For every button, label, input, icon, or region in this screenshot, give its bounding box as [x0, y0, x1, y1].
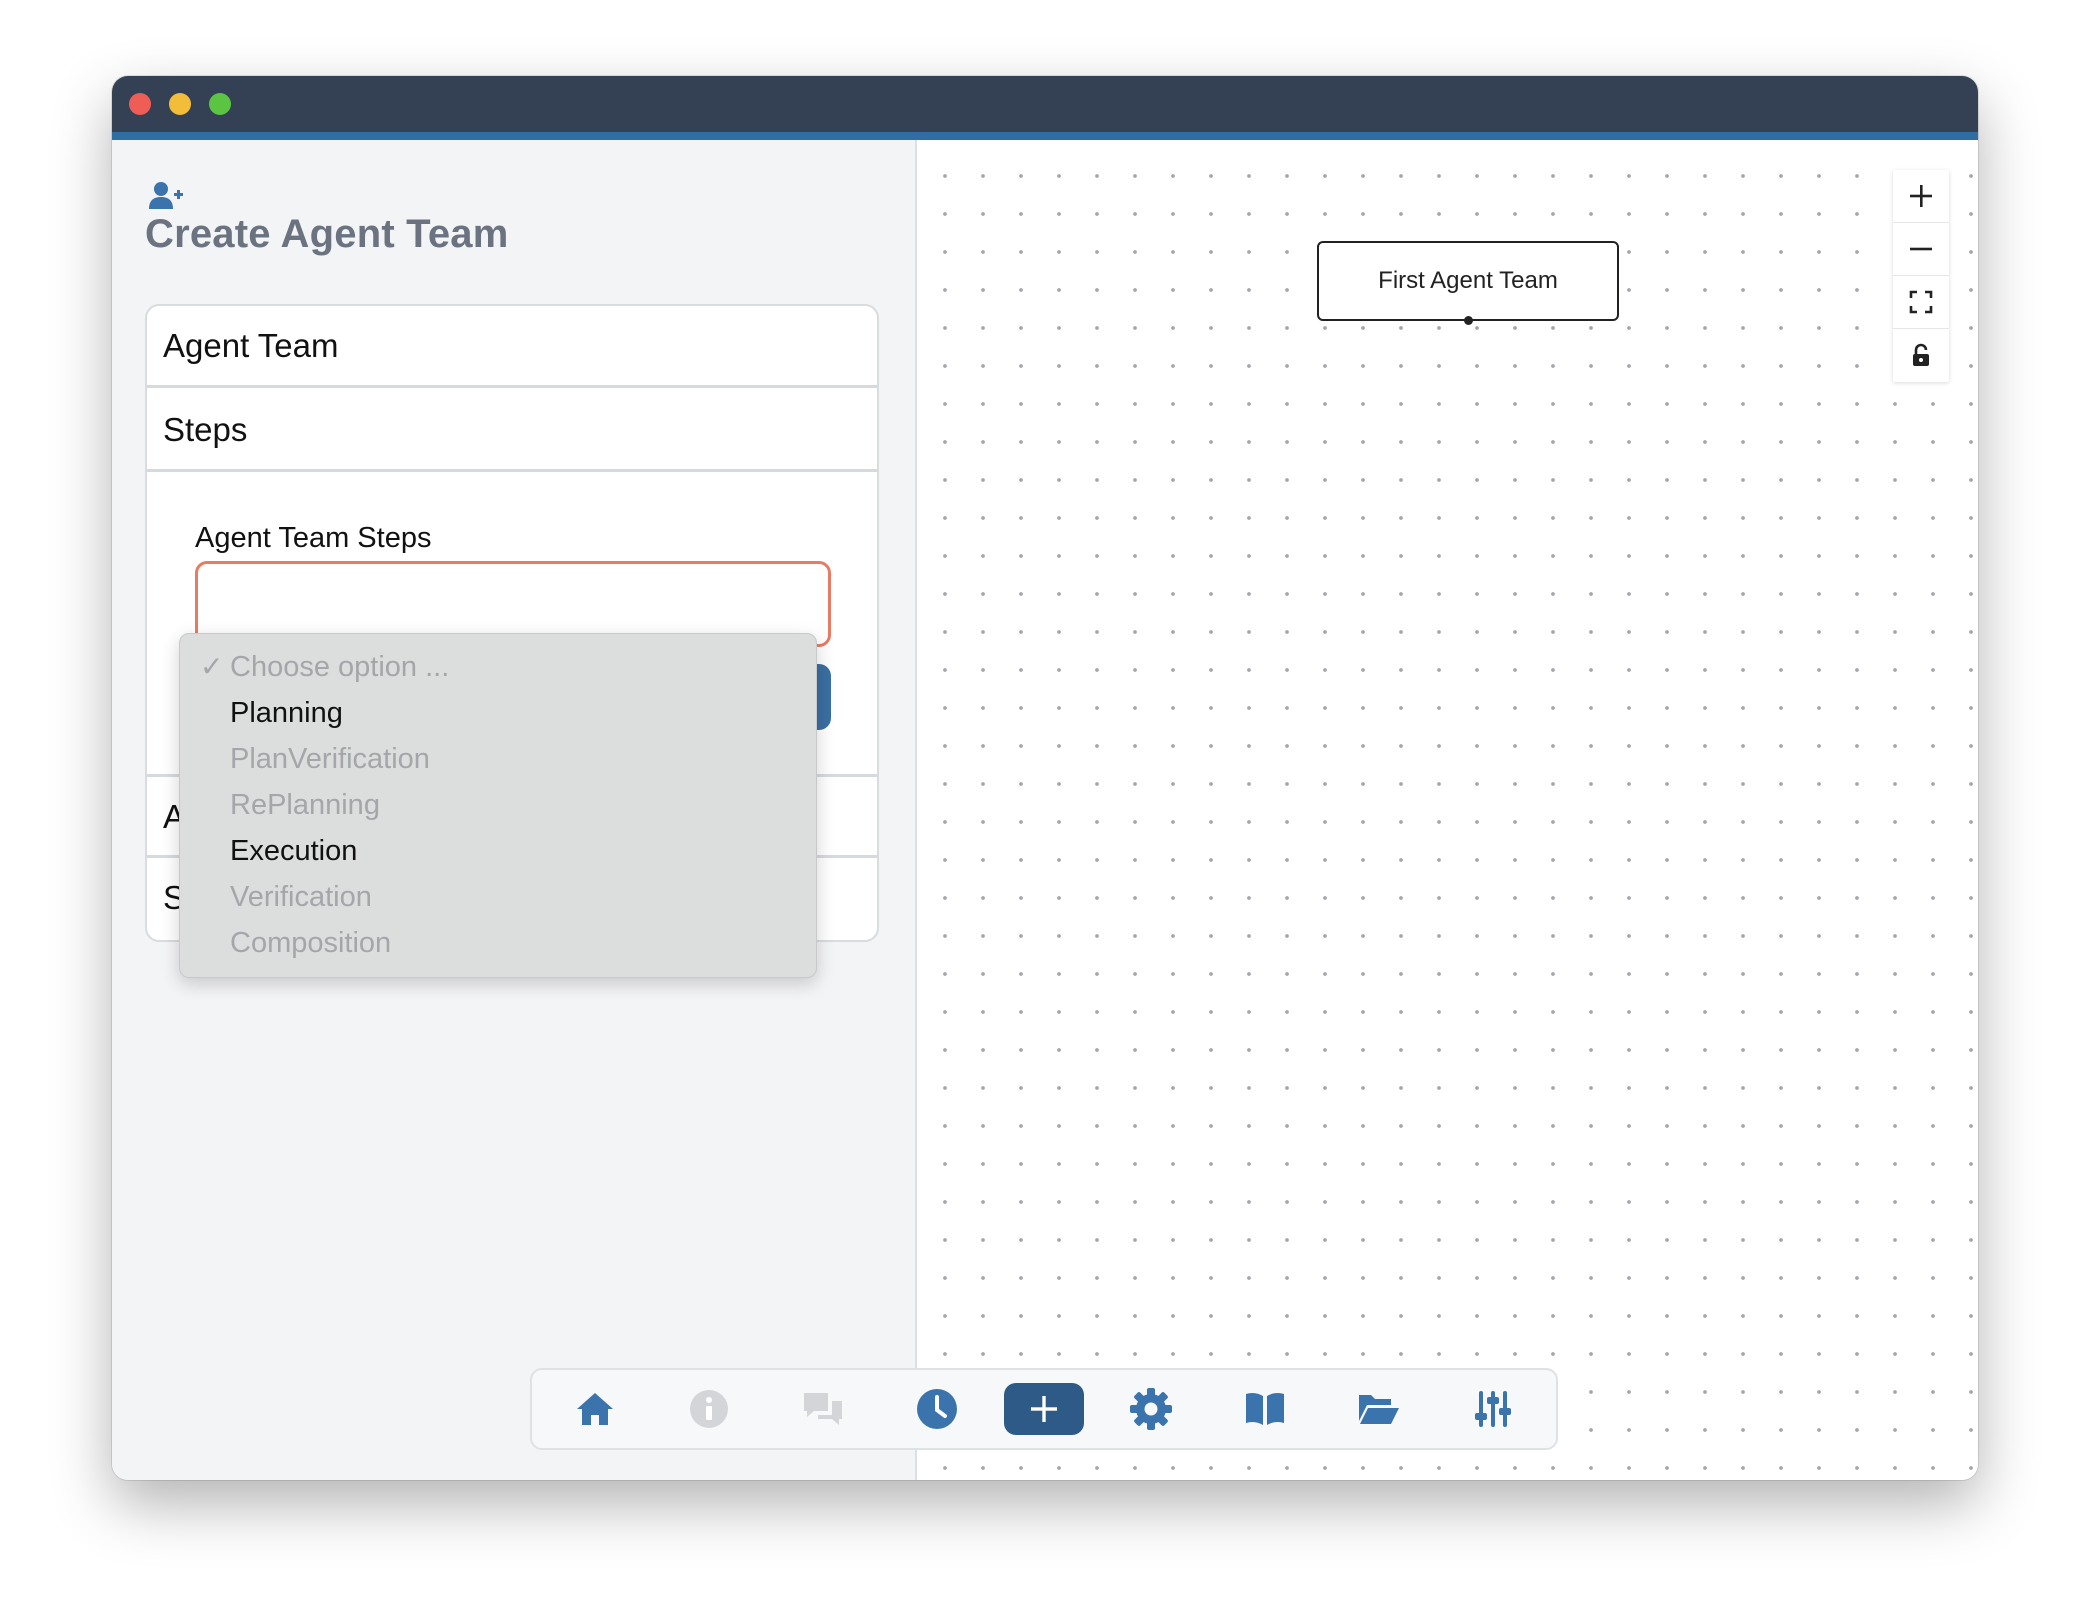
filters-button[interactable]	[1464, 1382, 1522, 1436]
zoom-in-button[interactable]	[1893, 170, 1949, 223]
info-button[interactable]	[680, 1382, 738, 1436]
lock-icon	[1913, 343, 1929, 366]
agent-team-steps-label: Agent Team Steps	[195, 522, 432, 554]
dropdown-option: ✓ Choose option ...	[180, 644, 816, 690]
dropdown-option-execution[interactable]: Execution	[180, 828, 816, 874]
chat-button[interactable]	[794, 1382, 852, 1436]
dropdown-option-replanning: RePlanning	[230, 789, 380, 821]
add-button[interactable]	[1004, 1383, 1084, 1435]
info-icon	[690, 1390, 728, 1428]
settings-button[interactable]	[1122, 1382, 1180, 1436]
open-folder-button[interactable]	[1350, 1382, 1408, 1436]
node-label: First Agent Team	[1378, 267, 1558, 294]
accordion-header-steps[interactable]: Steps	[147, 390, 877, 472]
minus-icon	[1910, 247, 1932, 251]
dropdown-option-planning[interactable]: Planning	[180, 690, 816, 736]
title-bar	[112, 76, 1978, 140]
dropdown-option-composition: Composition	[230, 927, 392, 959]
user-plus-icon	[149, 182, 183, 209]
checkmark-icon: ✓	[200, 651, 224, 682]
book-icon	[1246, 1392, 1284, 1425]
page-title: Create Agent Team	[145, 212, 509, 256]
canvas-controls	[1893, 170, 1949, 382]
folder-open-icon	[1359, 1395, 1399, 1424]
maximize-window-button[interactable]	[209, 93, 231, 115]
add-icon	[1031, 1396, 1057, 1422]
minimize-window-button[interactable]	[169, 93, 191, 115]
home-icon	[577, 1393, 613, 1425]
accordion-header-agent-team[interactable]: Agent Team	[147, 306, 877, 388]
agent-team-node[interactable]: First Agent Team	[1317, 241, 1619, 325]
steps-dropdown-menu: ✓ Choose option ... Planning PlanVerific…	[179, 633, 817, 978]
flow-canvas[interactable]: First Agent Team	[917, 140, 1978, 1480]
docs-button[interactable]	[1236, 1382, 1294, 1436]
gear-icon	[1130, 1388, 1172, 1430]
bottom-toolbar	[530, 1368, 1558, 1450]
fit-view-button[interactable]	[1893, 276, 1949, 329]
node-source-handle[interactable]	[1464, 316, 1473, 325]
dropdown-option-verification: Verification	[230, 881, 372, 913]
close-window-button[interactable]	[129, 93, 151, 115]
history-button[interactable]	[908, 1382, 966, 1436]
chat-icon	[804, 1393, 842, 1425]
home-button[interactable]	[566, 1382, 624, 1436]
clock-icon	[917, 1389, 957, 1429]
lock-button[interactable]	[1893, 329, 1949, 381]
zoom-out-button[interactable]	[1893, 223, 1949, 276]
left-panel: Create Agent Team Agent Team Steps Agent…	[112, 140, 917, 1480]
sliders-icon	[1475, 1391, 1511, 1427]
app-window: Create Agent Team Agent Team Steps Agent…	[112, 76, 1978, 1480]
fit-view-icon	[1909, 290, 1933, 314]
dropdown-option-planverification: PlanVerification	[230, 743, 430, 775]
plus-icon	[1910, 185, 1932, 207]
